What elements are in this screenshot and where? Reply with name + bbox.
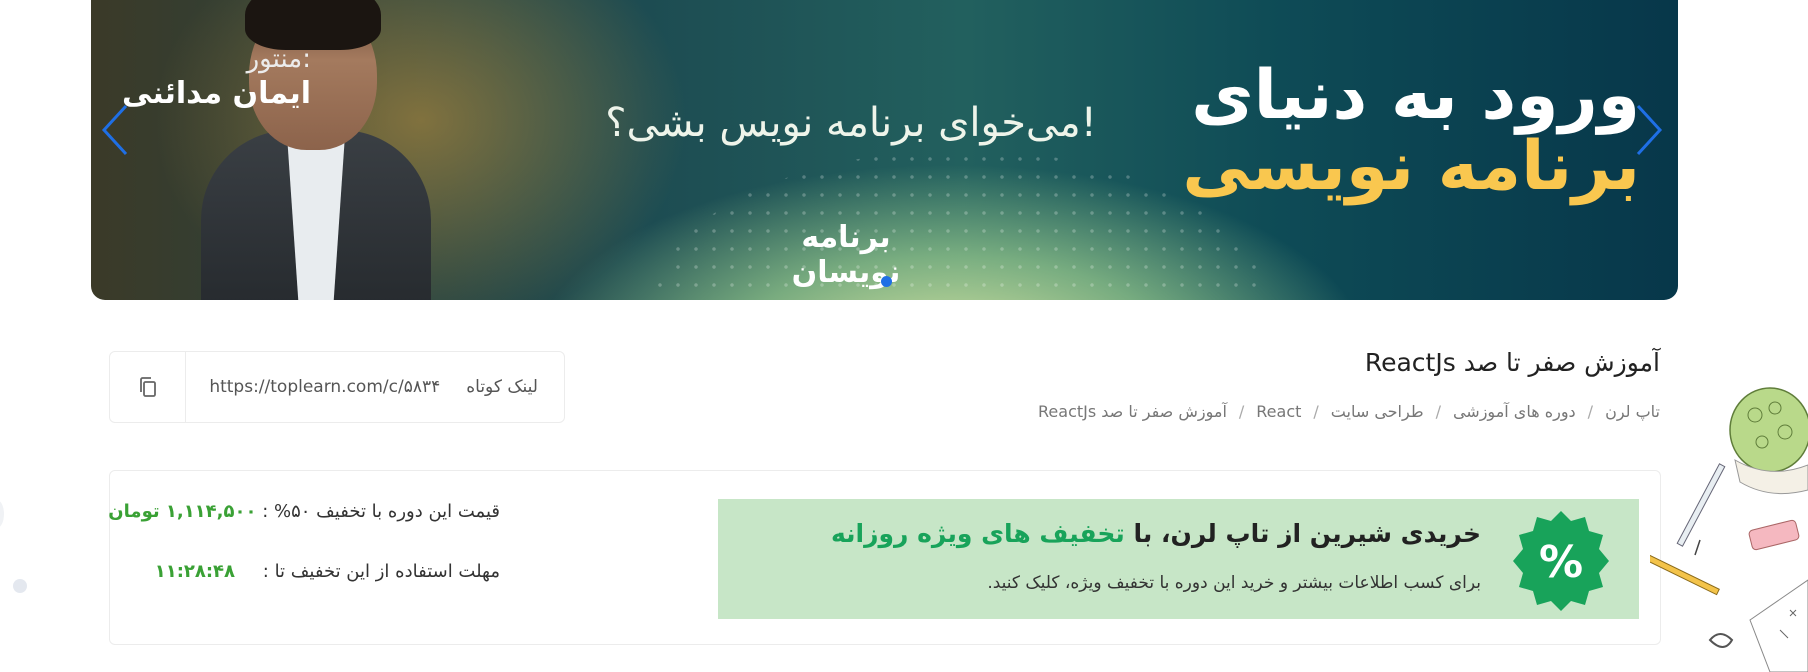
discounted-price: قیمت این دوره با تخفیف ۵۰% : ۱,۱۱۴,۵۰۰ ت…	[108, 501, 500, 522]
promo-headline-accent: تخفیف های ویژه روزانه	[831, 519, 1125, 548]
deadline-countdown: ۱۱:۲۸:۴۸	[154, 561, 236, 582]
banner-mentor: منتور: ایمان مدائنی	[121, 44, 311, 111]
promo-headline-main: خریدی شیرین از تاپ لرن، با	[1133, 519, 1481, 548]
banner-question: می‌خوای برنامه نویس بشی؟!	[605, 100, 1097, 146]
short-link-box: لینک کوتاه https://toplearn.com/c/۵۸۳۴	[109, 351, 565, 423]
discount-deadline: مهلت استفاده از این تخفیف تا : ۱۱:۲۸:۴۸	[155, 561, 500, 582]
mentor-name: ایمان مدائنی	[121, 76, 311, 111]
daily-discount-promo[interactable]: % خریدی شیرین از تاپ لرن، با تخفیف های و…	[718, 499, 1639, 619]
pencil-illustration	[1650, 544, 1720, 596]
percent-badge-icon: %	[1513, 511, 1609, 611]
price-card: % خریدی شیرین از تاپ لرن، با تخفیف های و…	[108, 470, 1661, 645]
price-label: قیمت این دوره با تخفیف ۵۰% :	[262, 501, 500, 522]
breadcrumb-separator: /	[1587, 402, 1594, 421]
breadcrumb-item[interactable]: طراحی سایت	[1331, 402, 1424, 421]
pen-illustration	[1676, 463, 1726, 556]
chevron-left-icon	[101, 104, 128, 156]
paper-illustration	[1749, 579, 1808, 672]
deadline-label: مهلت استفاده از این تخفیف تا :	[262, 561, 500, 582]
breadcrumb-item-current: آموزش صفر تا صد ReactJs	[1038, 402, 1227, 421]
price-value: ۱,۱۱۴,۵۰۰ تومان	[108, 501, 257, 522]
banner-title-line2: برنامه نویسی	[1182, 127, 1640, 207]
decorative-shape	[0, 500, 4, 528]
breadcrumb: تاپ لرن / دوره های آموزشی / طراحی سایت /…	[1038, 402, 1660, 421]
short-link-url[interactable]: https://toplearn.com/c/۵۸۳۴	[186, 377, 444, 397]
carousel-next-button[interactable]	[1628, 100, 1668, 160]
hero-banner[interactable]: منتور: ایمان مدائنی می‌خوای برنامه نویس …	[91, 0, 1678, 300]
banner-title: ورود به دنیای برنامه نویسی	[1160, 60, 1640, 203]
banner-title-line1: ورود به دنیای	[1191, 56, 1640, 135]
plant-illustration	[1729, 387, 1808, 495]
copy-button[interactable]	[110, 352, 186, 422]
page-title: آموزش صفر تا صد ReactJs	[1364, 348, 1660, 377]
short-link-label: لینک کوتاه	[466, 377, 538, 397]
chevron-right-icon	[1636, 104, 1663, 156]
eraser-illustration	[1748, 519, 1800, 551]
breadcrumb-separator: /	[1313, 402, 1319, 421]
carousel-prev-button[interactable]	[96, 100, 136, 160]
clip-illustration	[1708, 633, 1734, 648]
breadcrumb-item[interactable]: React	[1256, 402, 1301, 421]
mentor-label: منتور:	[246, 44, 311, 74]
promo-subtext: برای کسب اطلاعات بیشتر و خرید این دوره ب…	[987, 573, 1481, 593]
decorative-dot	[13, 579, 27, 593]
desk-illustration	[1650, 387, 1808, 672]
breadcrumb-separator: /	[1435, 402, 1441, 421]
breadcrumb-item[interactable]: دوره های آموزشی	[1453, 402, 1576, 421]
breadcrumb-separator: /	[1238, 402, 1245, 421]
promo-headline: خریدی شیرین از تاپ لرن، با تخفیف های ویژ…	[831, 519, 1481, 548]
svg-text:%: %	[1539, 537, 1583, 588]
carousel-dot-active[interactable]	[881, 276, 892, 287]
copy-icon	[139, 377, 156, 397]
